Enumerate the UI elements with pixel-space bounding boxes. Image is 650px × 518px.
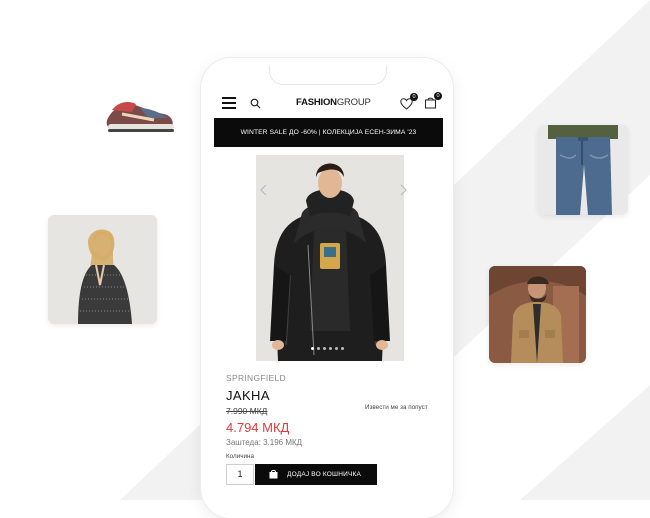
gallery-pagination-dots — [311, 347, 344, 350]
jeans-image — [538, 125, 628, 215]
gallery-dot[interactable] — [317, 347, 320, 350]
product-brand[interactable]: SPRINGFIELD — [226, 373, 286, 383]
add-to-cart-button[interactable]: ДОДАЈ ВО КОШНИЧКА — [255, 464, 377, 485]
app-header: FASHIONGROUP 0 0 — [214, 88, 443, 118]
add-to-cart-label: ДОДАЈ ВО КОШНИЧКА — [287, 471, 362, 478]
product-page: FASHIONGROUP 0 0 WINTER SALE ДО -60% | К… — [214, 88, 443, 485]
menu-icon[interactable] — [222, 97, 236, 109]
notify-discount-link[interactable]: Извести ме за попуст — [365, 404, 428, 411]
gallery-dot[interactable] — [323, 347, 326, 350]
chevron-right-icon[interactable] — [397, 183, 409, 197]
quantity-label: Количина — [226, 453, 255, 460]
product-name: JAKHA — [226, 388, 270, 403]
logo-light-text: GROUP — [336, 97, 371, 108]
original-price: 7.990 МКД — [226, 406, 268, 416]
product-image-gallery[interactable] — [256, 155, 404, 361]
wishlist-button[interactable]: 0 — [400, 93, 418, 110]
gallery-dot[interactable] — [335, 347, 338, 350]
savings-text: Заштеда: 3.196 МКД — [226, 438, 303, 447]
shopping-bag-icon — [269, 469, 278, 479]
wishlist-count-badge: 0 — [410, 93, 418, 101]
search-icon[interactable] — [250, 98, 261, 109]
sale-price: 4.794 МКД — [226, 420, 290, 435]
logo-bold-text: FASHION — [296, 97, 337, 108]
chevron-left-icon[interactable] — [258, 183, 270, 197]
product-photo — [256, 155, 404, 361]
cart-button[interactable]: 0 — [424, 92, 442, 109]
phone-notch — [269, 66, 387, 85]
quantity-input[interactable]: 1 — [226, 464, 254, 485]
phone-mockup: FASHIONGROUP 0 0 WINTER SALE ДО -60% | К… — [201, 58, 453, 518]
gallery-dot[interactable] — [341, 347, 344, 350]
gallery-dot[interactable] — [311, 347, 314, 350]
cart-count-badge: 0 — [434, 92, 442, 100]
promo-banner[interactable]: WINTER SALE ДО -60% | КОЛЕКЦИЈА ЕСЕН-ЗИМ… — [214, 118, 443, 147]
sneaker-image — [102, 96, 176, 140]
jacket-model-image — [489, 266, 586, 363]
dress-model-image — [48, 215, 157, 324]
gallery-dot[interactable] — [329, 347, 332, 350]
fashiongroup-logo[interactable]: FASHIONGROUP — [296, 97, 371, 108]
